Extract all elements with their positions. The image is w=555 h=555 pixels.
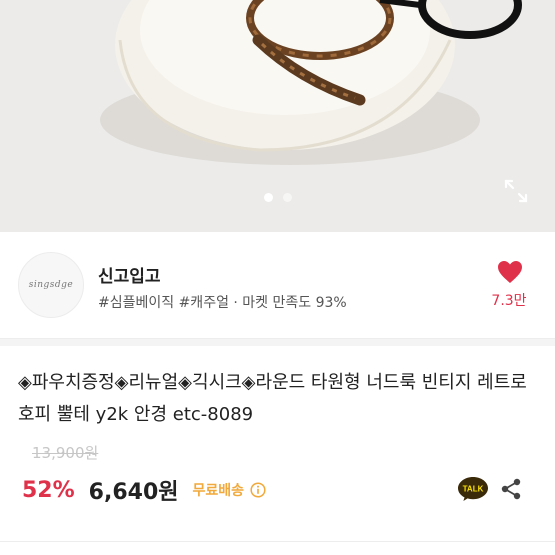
kakao-talk-icon[interactable]: TALK <box>457 476 489 502</box>
info-icon[interactable] <box>250 482 266 498</box>
product-image-carousel[interactable] <box>0 0 555 232</box>
shop-name[interactable]: 신고입고 <box>98 262 161 287</box>
product-title: ◈파우치증정◈리뉴얼◈긱시크◈라운드 타원형 너드룩 빈티지 레트로 호피 뿔테… <box>18 372 527 425</box>
shop-info[interactable]: singsdge 신고입고 #심플베이직 #캐주얼 · 마켓 만족도 93% 7… <box>0 232 555 338</box>
bottom-divider <box>0 541 555 542</box>
kakao-talk-label: TALK <box>463 485 484 494</box>
carousel-indicators <box>0 193 555 202</box>
sale-price: 6,640원 <box>88 480 179 505</box>
shop-tags: #심플베이직 #캐주얼 · 마켓 만족도 93% <box>98 295 347 311</box>
expand-icon[interactable] <box>503 178 529 204</box>
like-count: 7.3만 <box>491 293 527 309</box>
discount-rate: 52% <box>22 477 75 503</box>
carousel-dot-1[interactable] <box>263 193 273 202</box>
original-price: 13,900원 <box>32 444 99 462</box>
price-row: 52% 6,640원 무료배송 <box>22 475 266 505</box>
heart-icon[interactable] <box>497 260 523 284</box>
carousel-dot-2[interactable] <box>282 193 292 202</box>
free-shipping-label: 무료배송 <box>192 483 245 499</box>
section-divider <box>0 338 555 346</box>
share-icon[interactable] <box>500 478 522 500</box>
shop-avatar[interactable]: singsdge <box>18 252 84 318</box>
shop-avatar-text: singsdge <box>28 280 74 290</box>
